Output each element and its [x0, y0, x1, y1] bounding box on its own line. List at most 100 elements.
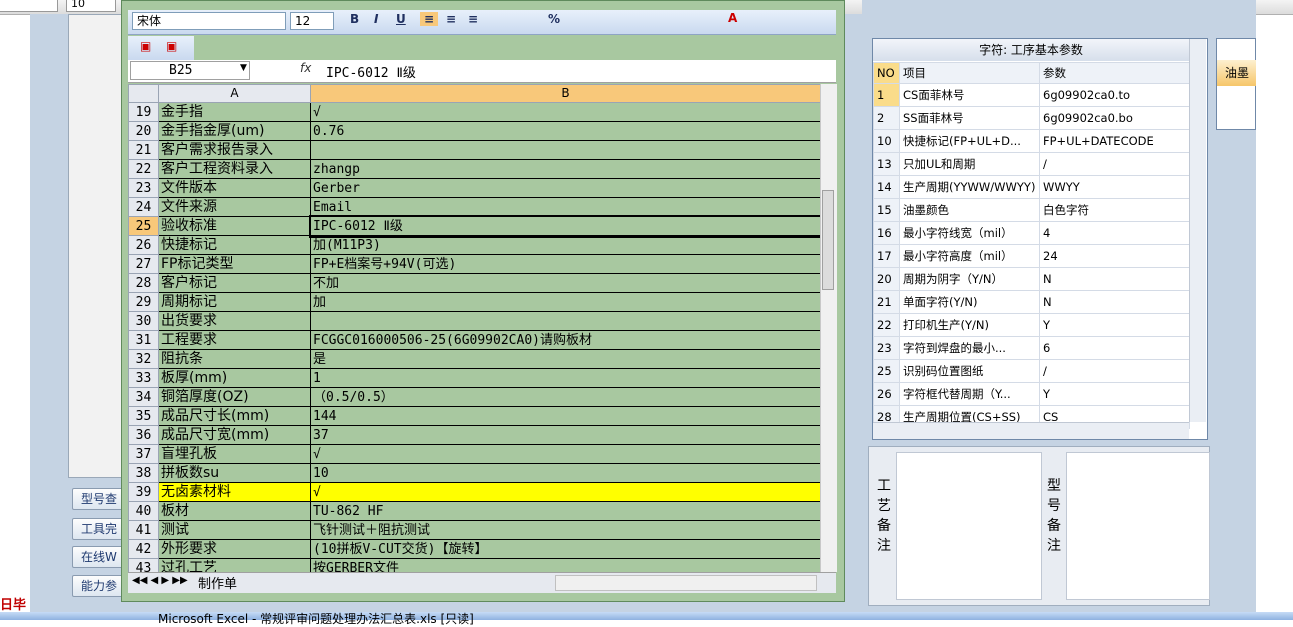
params-row[interactable]: 2 SS面菲林号 6g09902ca0.bo: [873, 106, 1190, 130]
params-cell-no[interactable]: 15: [873, 198, 900, 222]
cell-b[interactable]: FP+E档案号+94V(可选): [310, 254, 821, 274]
params-cell-item[interactable]: 最小字符线宽（mil）: [899, 221, 1040, 245]
cell-a[interactable]: 客户需求报告录入: [158, 140, 311, 160]
row-number[interactable]: 33: [128, 368, 159, 388]
cell-a[interactable]: 阻抗条: [158, 349, 311, 369]
row-number[interactable]: 23: [128, 178, 159, 198]
params-cell-value[interactable]: N: [1039, 290, 1190, 314]
cell-b[interactable]: √: [310, 444, 821, 464]
excel-underline-button[interactable]: U: [396, 12, 406, 26]
excel-font-size-combo[interactable]: 12: [290, 12, 334, 30]
cell-a[interactable]: 周期标记: [158, 292, 311, 312]
params-cell-value[interactable]: /: [1039, 359, 1190, 383]
params-cell-item[interactable]: 快捷标记(FP+UL+D...: [899, 129, 1040, 153]
cell-b[interactable]: FCGGC016000506-25(6G09902CA0)请购板材: [310, 330, 821, 350]
cell-a[interactable]: 成品尺寸宽(mm): [158, 425, 311, 445]
host-size-combo[interactable]: 10: [66, 0, 116, 12]
params-row[interactable]: 1 CS面菲林号 6g09902ca0.to: [873, 83, 1190, 107]
params-header-item[interactable]: 项目: [899, 62, 1040, 84]
params-row[interactable]: 21 单面字符(Y/N) N: [873, 290, 1190, 314]
params-cell-value[interactable]: 6: [1039, 336, 1190, 360]
excel-font-name-combo[interactable]: 宋体: [132, 12, 286, 30]
craft-notes-textarea[interactable]: [896, 452, 1042, 600]
params-cell-item[interactable]: 最小字符高度（mil）: [899, 244, 1040, 268]
params-cell-item[interactable]: 只加UL和周期: [899, 152, 1040, 176]
pdf-icon[interactable]: ▣: [140, 39, 151, 53]
params-row[interactable]: 10 快捷标记(FP+UL+D... FP+UL+DATECODE: [873, 129, 1190, 153]
cell-a[interactable]: 文件来源: [158, 197, 311, 217]
host-font-combo[interactable]: [0, 0, 58, 12]
cell-b[interactable]: Email: [310, 197, 821, 217]
row-number[interactable]: 42: [128, 539, 159, 559]
params-cell-no[interactable]: 22: [873, 313, 900, 337]
cell-b[interactable]: zhangp: [310, 159, 821, 179]
params-header-no[interactable]: NO: [873, 62, 900, 84]
cell-b[interactable]: 0.76: [310, 121, 821, 141]
cell-b[interactable]: 144: [310, 406, 821, 426]
params-cell-value[interactable]: /: [1039, 152, 1190, 176]
sheet-vertical-scrollbar[interactable]: [820, 84, 837, 572]
params-cell-value[interactable]: Y: [1039, 382, 1190, 406]
cell-a[interactable]: 板厚(mm): [158, 368, 311, 388]
params-cell-no[interactable]: 14: [873, 175, 900, 199]
excel-percent-button[interactable]: %: [548, 12, 560, 26]
align-left-icon[interactable]: ≡: [420, 12, 439, 26]
align-right-icon[interactable]: ≡: [468, 12, 478, 26]
params-cell-no[interactable]: 10: [873, 129, 900, 153]
cell-a[interactable]: 无卤素材料: [158, 482, 311, 502]
font-color-icon[interactable]: A: [728, 11, 737, 25]
cell-a[interactable]: 铜箔厚度(OZ): [158, 387, 311, 407]
cell-b[interactable]: 37: [310, 425, 821, 445]
params-cell-item[interactable]: 字符到焊盘的最小...: [899, 336, 1040, 360]
row-number[interactable]: 40: [128, 501, 159, 521]
params-cell-value[interactable]: Y: [1039, 313, 1190, 337]
taskbar-excel-item[interactable]: Microsoft Excel - 常规评审问题处理办法汇总表.xls [只读]: [158, 610, 474, 627]
params-vertical-scrollbar[interactable]: [1189, 39, 1206, 422]
row-number[interactable]: 26: [128, 235, 159, 255]
cell-b[interactable]: 不加: [310, 273, 821, 293]
cell-a[interactable]: 板材: [158, 501, 311, 521]
row-number[interactable]: 22: [128, 159, 159, 179]
params-cell-no[interactable]: 17: [873, 244, 900, 268]
params-cell-item[interactable]: 周期为阴字（Y/N）: [899, 267, 1040, 291]
model-notes-textarea[interactable]: [1066, 452, 1210, 600]
excel-italic-button[interactable]: I: [374, 12, 378, 26]
cell-a[interactable]: 金手指: [158, 102, 311, 122]
cell-a[interactable]: FP标记类型: [158, 254, 311, 274]
params-cell-value[interactable]: 6g09902ca0.bo: [1039, 106, 1190, 130]
row-number[interactable]: 30: [128, 311, 159, 331]
params-row[interactable]: 13 只加UL和周期 /: [873, 152, 1190, 176]
params-cell-value[interactable]: WWYY: [1039, 175, 1190, 199]
pdf-settings-icon[interactable]: ▣: [166, 39, 177, 53]
cell-a[interactable]: 验收标准: [158, 216, 311, 236]
cell-a[interactable]: 成品尺寸长(mm): [158, 406, 311, 426]
params-row[interactable]: 25 识别码位置图纸 /: [873, 359, 1190, 383]
select-all-corner[interactable]: [128, 84, 159, 103]
cell-b[interactable]: √: [310, 482, 821, 502]
params-cell-item[interactable]: 打印机生产(Y/N): [899, 313, 1040, 337]
formula-input[interactable]: IPC-6012 Ⅱ级: [326, 62, 416, 81]
params-row[interactable]: 23 字符到焊盘的最小... 6: [873, 336, 1190, 360]
name-box-dropdown-icon[interactable]: ▼: [240, 63, 247, 73]
cell-a[interactable]: 金手指金厚(um): [158, 121, 311, 141]
row-number[interactable]: 19: [128, 102, 159, 122]
params-row[interactable]: 16 最小字符线宽（mil） 4: [873, 221, 1190, 245]
cell-b[interactable]: 加: [310, 292, 821, 312]
cell-b[interactable]: Gerber: [310, 178, 821, 198]
row-number[interactable]: 32: [128, 349, 159, 369]
cell-b[interactable]: （0.5/0.5）: [310, 387, 821, 407]
align-center-icon[interactable]: ≡: [446, 12, 456, 26]
params-cell-value[interactable]: 6g09902ca0.to: [1039, 83, 1190, 107]
row-number[interactable]: 20: [128, 121, 159, 141]
params-cell-no[interactable]: 26: [873, 382, 900, 406]
cell-a[interactable]: 盲埋孔板: [158, 444, 311, 464]
row-number[interactable]: 21: [128, 140, 159, 160]
cell-b[interactable]: (10拼板V-CUT交货)【旋转】: [310, 539, 821, 559]
params-cell-item[interactable]: 油墨颜色: [899, 198, 1040, 222]
params-cell-no[interactable]: 13: [873, 152, 900, 176]
cell-b[interactable]: 飞针测试＋阻抗测试: [310, 520, 821, 540]
row-number[interactable]: 34: [128, 387, 159, 407]
cell-b[interactable]: 1: [310, 368, 821, 388]
params-row[interactable]: 22 打印机生产(Y/N) Y: [873, 313, 1190, 337]
sheet-vertical-scroll-thumb[interactable]: [822, 190, 834, 290]
